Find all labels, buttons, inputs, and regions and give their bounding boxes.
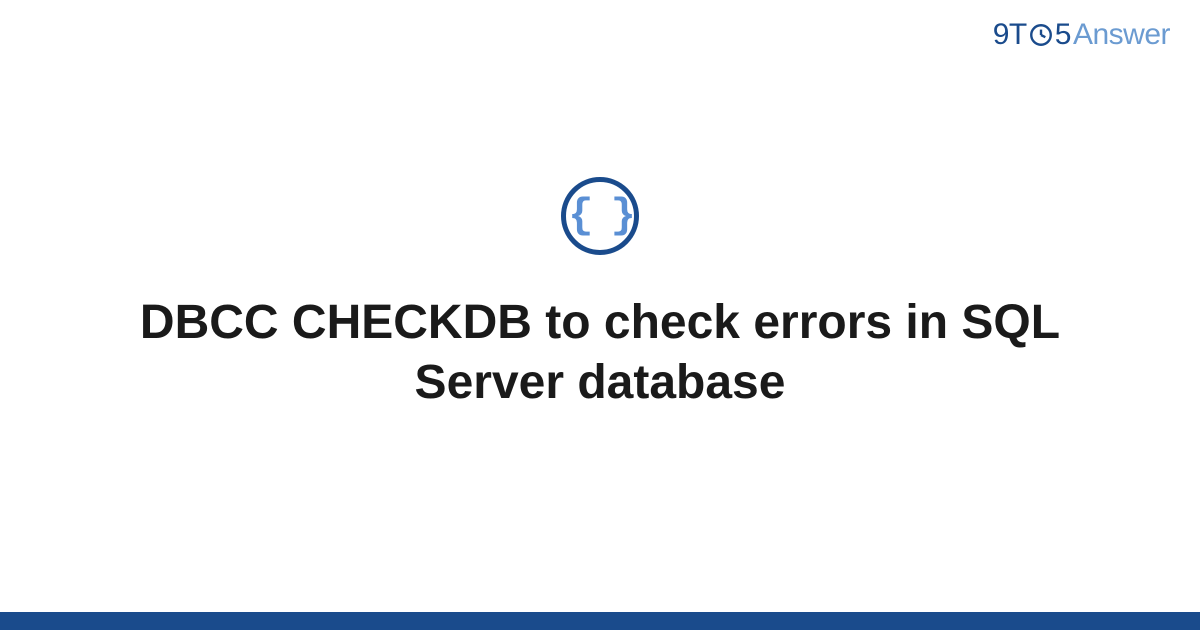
page-title: DBCC CHECKDB to check errors in SQL Serv… <box>120 293 1080 413</box>
code-braces-icon: { } <box>561 177 639 255</box>
footer-accent-bar <box>0 612 1200 630</box>
main-content: { } DBCC CHECKDB to check errors in SQL … <box>0 0 1200 630</box>
braces-glyph: { } <box>568 195 632 237</box>
